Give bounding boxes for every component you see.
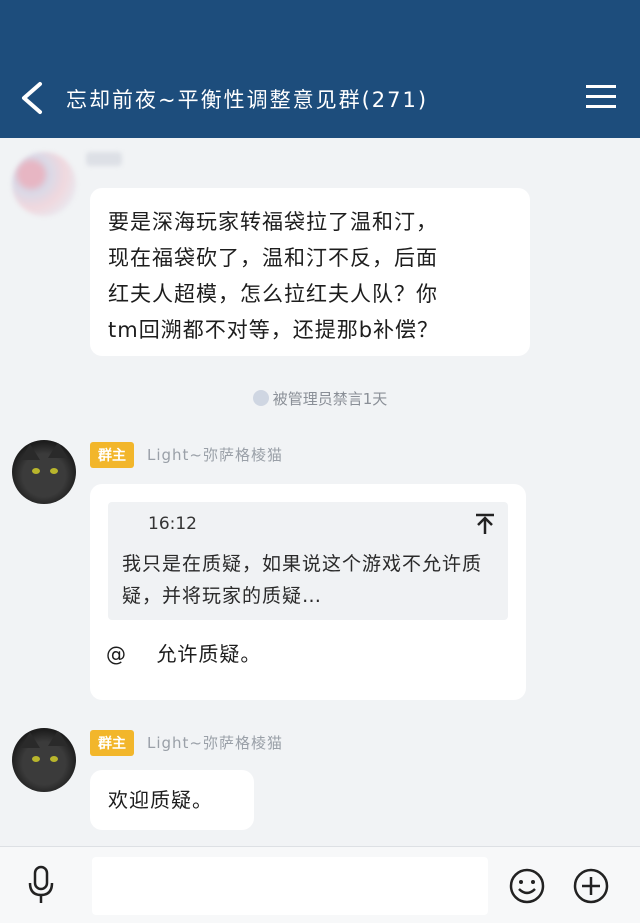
avatar[interactable] [12,440,76,504]
message-bubble[interactable]: 欢迎质疑。 [90,770,254,830]
message-list[interactable]: 要是深海玩家转福袋拉了温和汀， 现在福袋砍了，温和汀不反，后面 红夫人超模，怎么… [0,138,640,846]
hamburger-menu-icon[interactable] [584,82,618,112]
sender-name[interactable]: Light~弥萨格棱猫 [147,732,283,753]
smiley-icon[interactable] [508,867,546,905]
reply-text: 允许质疑。 [156,642,262,666]
plus-circle-icon[interactable] [572,867,610,905]
sender-name[interactable]: Light~弥萨格棱猫 [147,444,283,465]
mention-prefix[interactable]: @ [106,642,127,666]
chevron-left-icon[interactable] [14,78,50,118]
input-bar [0,846,640,923]
owner-badge: 群主 [90,442,134,468]
system-notice: 被管理员禁言1天 [0,388,640,409]
message-line: 红夫人超模，怎么拉红夫人队？你 [108,282,438,306]
message-bubble[interactable]: 16:12 我只是在质疑，如果说这个游戏不允许质疑，并将玩家的质疑… @ 允许质… [90,484,526,700]
quote-text: 我只是在质疑，如果说这个游戏不允许质疑，并将玩家的质疑… [122,553,483,607]
reply-line: @ 允许质疑。 [106,638,261,667]
avatar[interactable] [12,152,76,216]
microphone-icon[interactable] [26,865,56,905]
quoted-message[interactable]: 16:12 我只是在质疑，如果说这个游戏不允许质疑，并将玩家的质疑… [108,502,508,620]
message-bubble[interactable]: 要是深海玩家转福袋拉了温和汀， 现在福袋砍了，温和汀不反，后面 红夫人超模，怎么… [90,188,530,356]
system-notice-text: 被管理员禁言1天 [272,390,388,408]
message-line: tm回溯都不对等，还提那b补偿？ [108,318,440,342]
message-line: 要是深海玩家转福袋拉了温和汀， [108,210,438,234]
message-line: 现在福袋砍了，温和汀不反，后面 [108,246,438,270]
blurred-user-icon [252,390,269,406]
quote-time: 16:12 [148,514,197,534]
avatar[interactable] [12,728,76,792]
message-input[interactable] [92,857,488,915]
chat-title: 忘却前夜~平衡性调整意见群(271) [66,88,429,112]
jump-to-original-icon[interactable] [474,512,496,536]
sender-name-blurred [86,152,122,166]
chat-header: 忘却前夜~平衡性调整意见群(271) [0,0,640,138]
owner-badge: 群主 [90,730,134,756]
